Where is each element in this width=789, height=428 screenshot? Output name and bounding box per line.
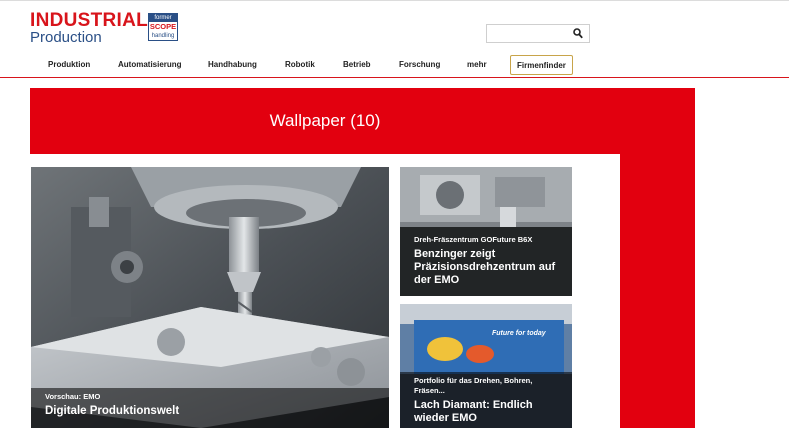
firmenfinder-button[interactable]: Firmenfinder <box>510 55 573 75</box>
article-headline[interactable]: Benzinger zeigt Präzisionsdrehzentrum au… <box>414 248 558 287</box>
article-card-benzinger[interactable]: Dreh-Fräszentrum GOFuture B6X Benzinger … <box>400 167 572 296</box>
article-kicker: Vorschau: EMO <box>45 392 101 401</box>
article-kicker: Portfolio für das Drehen, Bohren, Fräsen… <box>414 376 533 395</box>
trade-fair-banner-text: Future for today <box>492 330 546 337</box>
wallpaper-side-band <box>620 154 695 428</box>
article-caption-benzinger: Dreh-Fräszentrum GOFuture B6X Benzinger … <box>400 227 572 296</box>
article-headline[interactable]: Lach Diamant: Endlich wieder EMO <box>414 399 558 425</box>
section-title: Wallpaper (10) <box>269 111 381 130</box>
nav-divider <box>0 77 789 78</box>
nav-item-produktion[interactable]: Produktion <box>48 55 90 75</box>
logo-badge-former: former <box>149 14 177 22</box>
article-caption-main: Vorschau: EMO Digitale Produktionswelt <box>31 388 389 428</box>
nav-item-robotik[interactable]: Robotik <box>285 55 315 75</box>
nav-item-forschung[interactable]: Forschung <box>399 55 440 75</box>
search-box[interactable] <box>486 24 590 43</box>
article-headline[interactable]: Digitale Produktionswelt <box>45 405 375 418</box>
top-border <box>0 0 789 1</box>
article-kicker: Dreh-Fräszentrum GOFuture B6X <box>414 235 533 244</box>
logo-wordmark-industrial: INDUSTRIAL <box>30 10 149 31</box>
nav-item-automatisierung[interactable]: Automatisierung <box>118 55 182 75</box>
search-icon[interactable] <box>573 28 583 39</box>
logo-wordmark-production: Production <box>30 29 102 46</box>
logo-badge: former SCOPE handling <box>148 13 178 41</box>
nav-item-mehr[interactable]: mehr <box>467 55 487 75</box>
nav-item-betrieb[interactable]: Betrieb <box>343 55 371 75</box>
search-input[interactable] <box>487 25 569 42</box>
article-card-lach-diamant[interactable]: Future for today Portfolio für das Drehe… <box>400 304 572 428</box>
logo-badge-scope: SCOPE <box>149 22 177 31</box>
logo-badge-handling: handling <box>151 33 175 39</box>
article-caption-lach-diamant: Portfolio für das Drehen, Bohren, Fräsen… <box>400 372 572 428</box>
main-nav: Produktion Automatisierung Handhabung Ro… <box>0 55 789 75</box>
article-card-main[interactable]: Vorschau: EMO Digitale Produktionswelt <box>31 167 389 428</box>
site-logo[interactable]: INDUSTRIAL Production former SCOPE handl… <box>30 10 180 46</box>
nav-item-handhabung[interactable]: Handhabung <box>208 55 257 75</box>
